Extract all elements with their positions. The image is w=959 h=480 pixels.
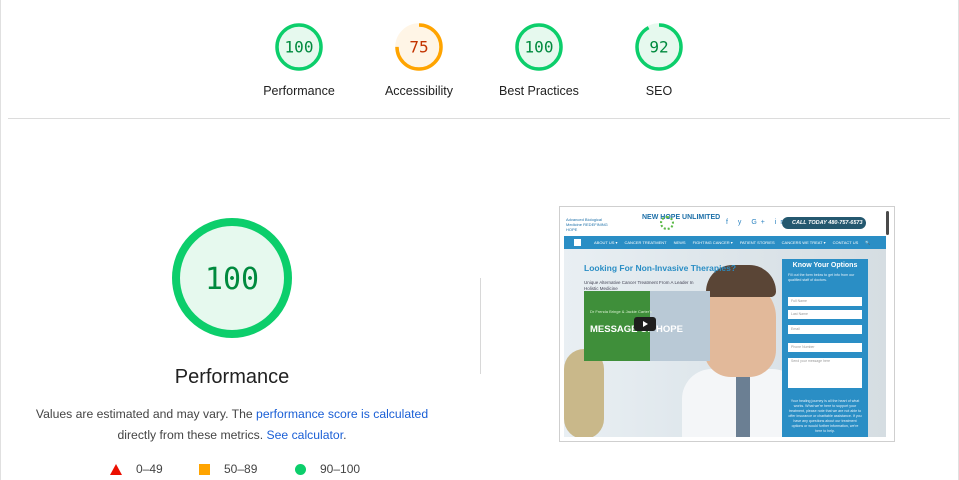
performance-description: Values are estimated and may vary. The p… xyxy=(20,404,444,446)
performance-score-link[interactable]: performance score is calculated xyxy=(256,407,428,421)
doctor-tie xyxy=(736,377,750,437)
gauge-ring: 92 xyxy=(635,23,683,71)
site-nav-item: NEWS xyxy=(673,240,686,245)
desc-text: directly from these metrics. xyxy=(117,428,267,442)
site-nav: ABOUT US ▾ CANCER TREATMENT NEWS FIGHTING C… xyxy=(564,236,886,249)
legend-item-pass: 90–100 xyxy=(295,462,360,476)
thumb-scrollbar xyxy=(886,211,889,235)
triangle-icon xyxy=(110,463,122,475)
form-title: Know Your Options xyxy=(792,262,858,269)
performance-main-gauge: 100 xyxy=(172,218,292,338)
site-nav-item: PATIENT STORIES xyxy=(739,240,775,245)
circle-icon xyxy=(295,463,306,475)
site-logo-small: Advanced Biological Medicine REDEFINING … xyxy=(566,217,608,232)
site-logo-brand: NEW HOPE UNLIMITED xyxy=(642,214,721,221)
site-hero: Looking For Non-Invasive Therapies? Uniq… xyxy=(564,249,886,437)
gauge-best-practices[interactable]: 100 Best Practices xyxy=(479,22,599,98)
gauge-ring: 100 xyxy=(275,23,323,71)
vertical-divider xyxy=(480,278,481,374)
video-panel: Dr Frenda Bringe & Jackie Carter's MESSA… xyxy=(584,291,710,361)
form-field: Last Name xyxy=(788,310,862,319)
site-nav-item: CANCER TREATMENT xyxy=(624,240,667,245)
site-nav-item: FIGHTING CANCER ▾ xyxy=(692,240,733,245)
gauge-ring: 75 xyxy=(395,23,443,71)
hero-title: Looking For Non-Invasive Therapies? xyxy=(584,263,737,273)
gauge-label: Performance xyxy=(263,84,335,98)
final-screenshot-thumbnail[interactable]: Advanced Biological Medicine REDEFINING … xyxy=(559,206,895,442)
play-icon xyxy=(634,317,656,331)
gauge-score: 92 xyxy=(649,38,668,57)
site-header: Advanced Biological Medicine REDEFINING … xyxy=(564,211,886,239)
legend-item-average: 50–89 xyxy=(199,462,257,476)
gauge-label: Accessibility xyxy=(384,84,454,98)
desc-text: . xyxy=(343,428,347,442)
legend-range: 50–89 xyxy=(224,462,258,476)
form-field: Email xyxy=(788,325,862,334)
main-score: 100 xyxy=(205,262,259,297)
form-footer-text: Your healing journey is all the heart of… xyxy=(788,399,862,433)
form-message-field: Send your message here xyxy=(788,358,862,388)
site-nav-item: CANCERS WE TREAT ▾ xyxy=(781,240,826,245)
contact-form: Know Your Options Fill out the form belo… xyxy=(782,259,868,437)
gauge-label: Best Practices xyxy=(499,84,579,98)
header-divider xyxy=(8,118,950,119)
logo-dots-icon xyxy=(660,216,674,230)
form-field: Full Name xyxy=(788,297,862,306)
gauge-label: SEO xyxy=(645,84,673,98)
legend-range: 0–49 xyxy=(136,462,163,476)
home-icon xyxy=(574,239,581,246)
social-icons: f y G+ in xyxy=(726,219,789,226)
gauge-score: 100 xyxy=(285,38,314,57)
gauge-performance[interactable]: 100 Performance xyxy=(239,22,359,98)
desc-text: Values are estimated and may vary. The xyxy=(35,407,257,421)
see-calculator-link[interactable]: See calculator xyxy=(267,428,344,442)
background-person xyxy=(564,349,604,437)
legend-range: 90–100 xyxy=(320,462,361,476)
gauge-ring: 100 xyxy=(515,23,563,71)
gauge-accessibility[interactable]: 75 Accessibility xyxy=(359,22,479,98)
call-button: CALL TODAY 480-757-6573 xyxy=(782,217,866,229)
video-names: Dr Frenda Bringe & Jackie Carter's xyxy=(590,309,652,314)
score-legend: 0–49 50–89 90–100 xyxy=(0,462,470,480)
site-nav-items: ABOUT US ▾ CANCER TREATMENT NEWS FIGHTING C… xyxy=(594,236,877,249)
site-nav-item: CONTACT US xyxy=(832,240,859,245)
form-field: Phone Number xyxy=(788,343,862,352)
site-nav-item: ABOUT US ▾ xyxy=(594,240,618,245)
square-icon xyxy=(199,463,210,475)
category-gauges: 100 Performance 75 Accessibility 100 Bes… xyxy=(0,0,959,118)
gauge-seo[interactable]: 92 SEO xyxy=(599,22,719,98)
form-subtitle: Fill out the form below to get info from… xyxy=(788,273,855,282)
gauge-score: 75 xyxy=(409,38,428,57)
site-nav-item: 🔍 xyxy=(865,240,871,245)
performance-title: Performance xyxy=(174,366,290,388)
legend-item-fail: 0–49 xyxy=(110,462,163,476)
gauge-score: 100 xyxy=(525,38,554,57)
